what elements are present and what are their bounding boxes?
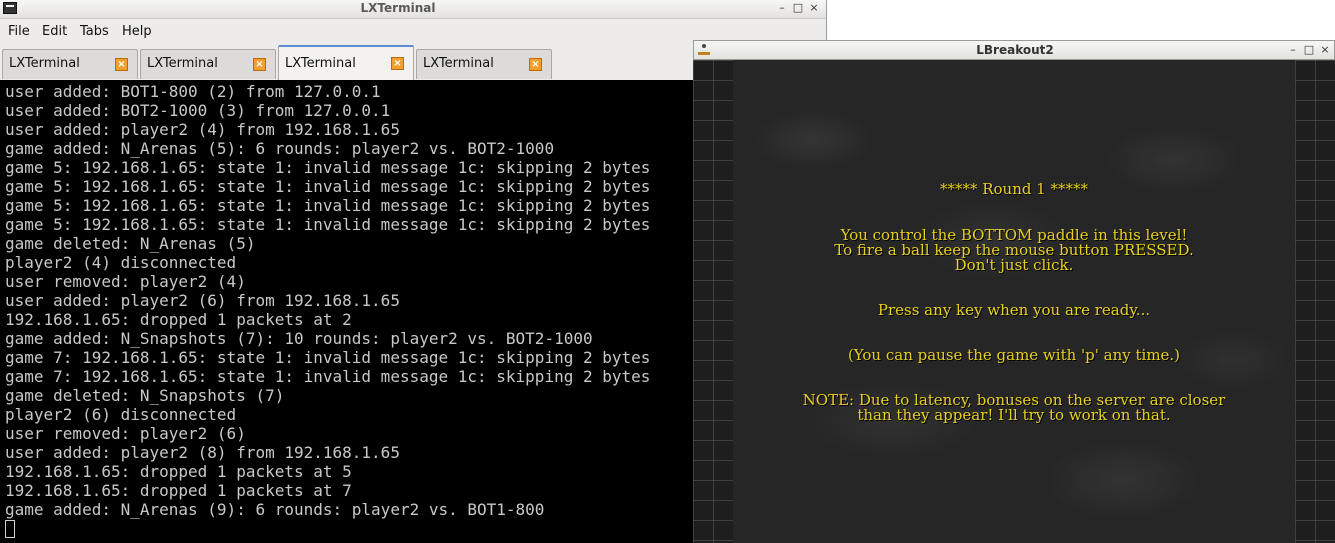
terminal-line: game 5: 192.168.1.65: state 1: invalid m…: [5, 177, 651, 196]
game-canvas[interactable]: ***** Round 1 ***** You control the BOTT…: [693, 60, 1335, 543]
terminal-line: game 7: 192.168.1.65: state 1: invalid m…: [5, 367, 651, 386]
tab-terminal-4[interactable]: LXTerminal ×: [416, 49, 552, 79]
terminal-titlebar[interactable]: LXTerminal – □ ×: [0, 0, 826, 19]
terminal-line: user removed: player2 (4): [5, 272, 246, 291]
menu-edit[interactable]: Edit: [42, 24, 67, 39]
terminal-line: game 5: 192.168.1.65: state 1: invalid m…: [5, 158, 651, 177]
terminal-cursor: [5, 520, 15, 538]
tab-close-icon[interactable]: ×: [529, 58, 542, 71]
tab-label: LXTerminal: [9, 56, 80, 71]
menu-help[interactable]: Help: [122, 24, 152, 39]
terminal-line: 192.168.1.65: dropped 1 packets at 7: [5, 481, 352, 500]
terminal-line: user added: player2 (8) from 192.168.1.6…: [5, 443, 400, 462]
terminal-line: 192.168.1.65: dropped 1 packets at 5: [5, 462, 352, 481]
maximize-button[interactable]: □: [791, 1, 805, 14]
lbreakout-title: LBreakout2: [976, 43, 1054, 57]
terminal-line: game deleted: N_Arenas (5): [5, 234, 256, 253]
terminal-line: game 7: 192.168.1.65: state 1: invalid m…: [5, 348, 651, 367]
terminal-line: game added: N_Arenas (9): 6 rounds: play…: [5, 500, 545, 519]
latency-note: than they appear! I'll try to work on th…: [857, 406, 1171, 424]
left-brick-wall: [693, 60, 733, 543]
terminal-line: game deleted: N_Snapshots (7): [5, 386, 285, 405]
minimize-button[interactable]: –: [775, 1, 789, 14]
right-brick-wall: [1295, 60, 1335, 543]
terminal-line: game 5: 192.168.1.65: state 1: invalid m…: [5, 215, 651, 234]
menubar: File Edit Tabs Help: [0, 20, 826, 42]
tab-terminal-2[interactable]: LXTerminal ×: [140, 49, 276, 79]
terminal-line: game added: N_Arenas (5): 6 rounds: play…: [5, 139, 555, 158]
terminal-line: game 5: 192.168.1.65: state 1: invalid m…: [5, 196, 651, 215]
menu-file[interactable]: File: [8, 24, 30, 39]
tab-terminal-3[interactable]: LXTerminal ×: [278, 45, 414, 80]
terminal-line: 192.168.1.65: dropped 1 packets at 2: [5, 310, 352, 329]
terminal-line: user added: BOT2-1000 (3) from 127.0.0.1: [5, 101, 391, 120]
lbreakout-titlebar[interactable]: LBreakout2 – □ ×: [693, 40, 1335, 60]
tab-close-icon[interactable]: ×: [391, 57, 404, 70]
window-title: LXTerminal: [360, 1, 436, 15]
round-heading: ***** Round 1 *****: [939, 180, 1089, 198]
lbreakout-close-button[interactable]: ×: [1318, 43, 1332, 56]
terminal-line: user added: BOT1-800 (2) from 127.0.0.1: [5, 82, 381, 101]
terminal-line: user added: player2 (4) from 192.168.1.6…: [5, 120, 400, 139]
terminal-line: game added: N_Snapshots (7): 10 rounds: …: [5, 329, 593, 348]
menu-tabs[interactable]: Tabs: [80, 24, 109, 39]
terminal-line: user removed: player2 (6): [5, 424, 246, 443]
tab-terminal-1[interactable]: LXTerminal ×: [2, 49, 138, 79]
instruction-line: Don't just click.: [954, 256, 1074, 274]
tab-close-icon[interactable]: ×: [253, 58, 266, 71]
tab-label: LXTerminal: [285, 56, 356, 71]
terminal-line: player2 (6) disconnected: [5, 405, 237, 424]
lbreakout-maximize-button[interactable]: □: [1302, 43, 1316, 56]
tab-label: LXTerminal: [147, 56, 218, 71]
lbreakout-minimize-button[interactable]: –: [1286, 43, 1300, 56]
terminal-line: player2 (4) disconnected: [5, 253, 237, 272]
terminal-line: user added: player2 (6) from 192.168.1.6…: [5, 291, 400, 310]
tab-close-icon[interactable]: ×: [115, 58, 128, 71]
tab-label: LXTerminal: [423, 56, 494, 71]
pause-hint: (You can pause the game with 'p' any tim…: [847, 346, 1181, 364]
press-key-prompt: Press any key when you are ready...: [877, 301, 1151, 319]
close-button[interactable]: ×: [807, 1, 821, 14]
lbreakout2-window: LBreakout2 – □ × ***** Round 1 ***** You…: [693, 40, 1335, 543]
